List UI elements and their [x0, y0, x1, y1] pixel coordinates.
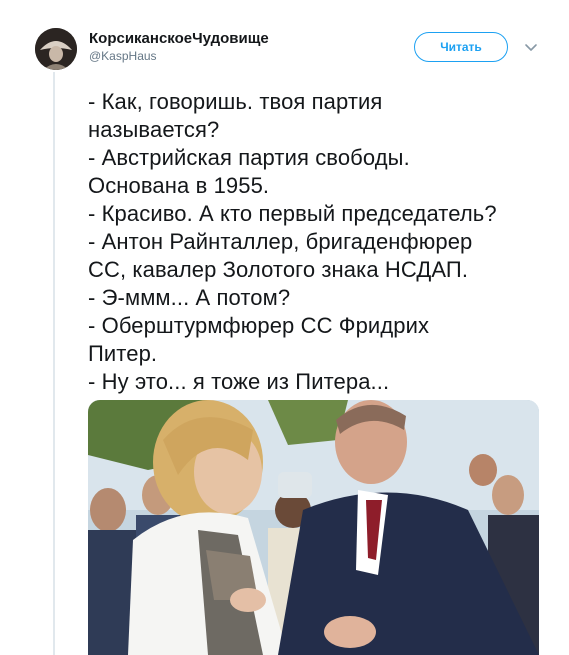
user-info[interactable]: КорсиканскоеЧудовище @KaspHaus: [89, 30, 269, 64]
tweet-line: - Ну это... я тоже из Питера...: [88, 369, 390, 394]
photo-image: [88, 400, 539, 655]
tweet-line: называется?: [88, 117, 220, 142]
tweet-line: - Австрийская партия свободы.: [88, 145, 410, 170]
tweet-line: Основана в 1955.: [88, 173, 270, 198]
tweet-line: - Красиво. А кто первый председатель?: [88, 201, 497, 226]
chevron-down-icon[interactable]: [524, 40, 538, 54]
tweet-line: - Оберштурмфюрер СС Фридрих: [88, 313, 430, 338]
tweet-photo[interactable]: [88, 400, 539, 655]
tweet-line: Питер.: [88, 341, 158, 366]
user-handle[interactable]: @KaspHaus: [89, 48, 269, 64]
avatar[interactable]: [35, 28, 77, 70]
thread-connector-line: [53, 72, 55, 655]
tweet-text: - Как, говоришь. твоя партия называется?…: [88, 88, 548, 396]
tweet-line: - Антон Райнталлер, бригаденфюрер: [88, 229, 473, 254]
user-display-name[interactable]: КорсиканскоеЧудовище: [89, 30, 269, 48]
avatar-image: [35, 28, 77, 70]
tweet-line: - Э-ммм... А потом?: [88, 285, 291, 310]
follow-button[interactable]: Читать: [414, 32, 508, 62]
tweet-line: - Как, говоришь. твоя партия: [88, 89, 383, 114]
tweet-line: СС, кавалер Золотого знака НСДАП.: [88, 257, 469, 282]
